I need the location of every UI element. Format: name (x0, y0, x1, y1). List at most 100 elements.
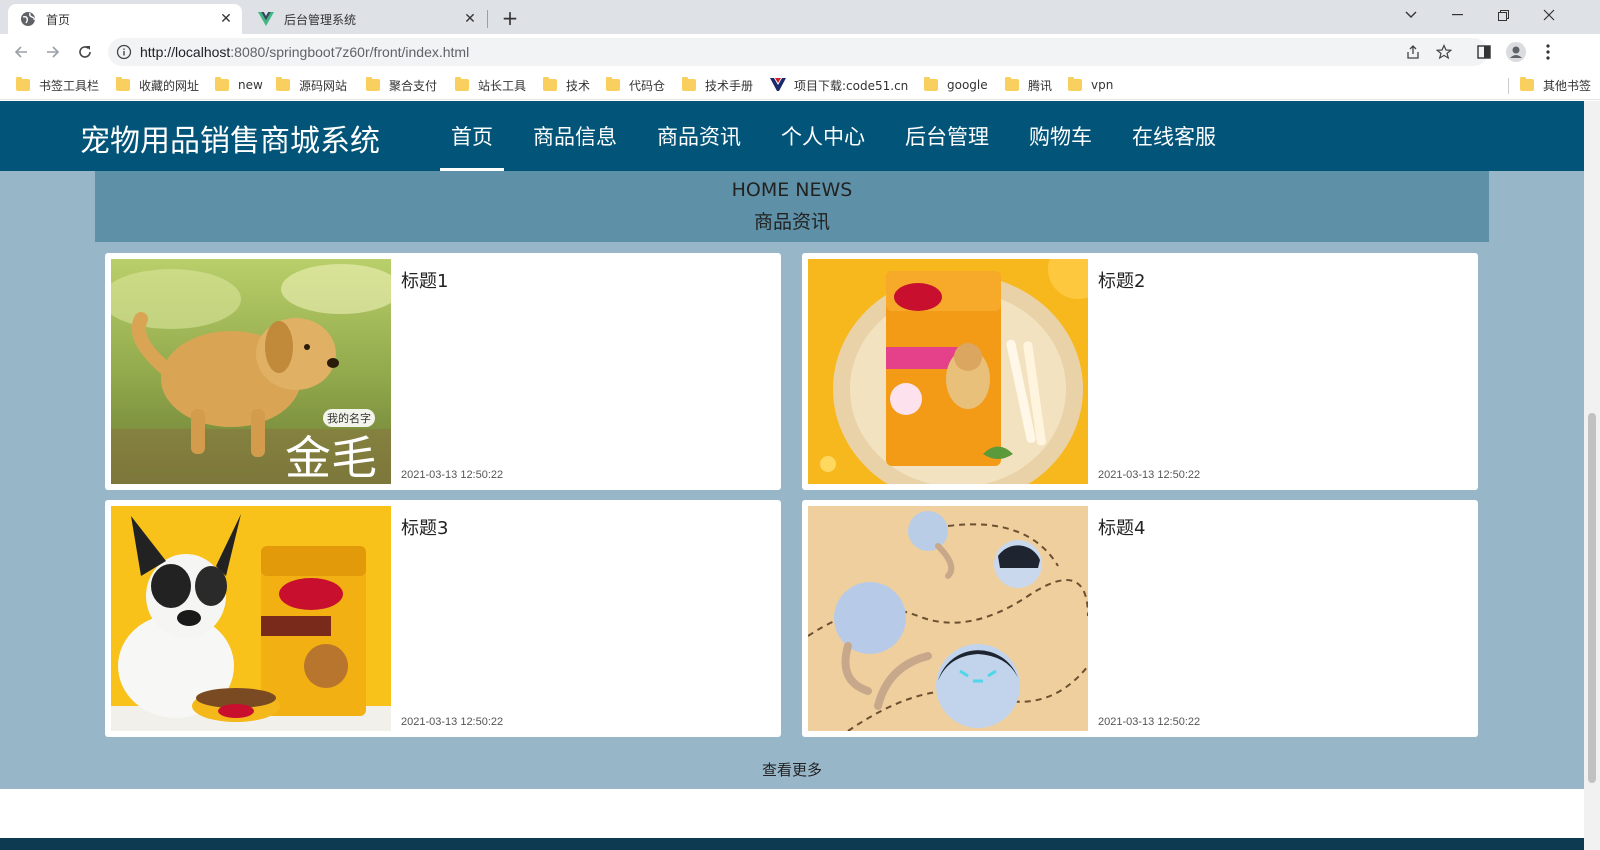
minimize-icon[interactable] (1434, 0, 1480, 30)
bookmark-link[interactable]: 项目下载:code51.cn (770, 76, 908, 94)
pedigree-dog-treats-image[interactable] (808, 259, 1088, 484)
reload-icon[interactable] (72, 39, 98, 65)
bookmark-label: 技术 (566, 78, 591, 93)
bookmark-folder[interactable]: vpn (1068, 76, 1113, 94)
bookmark-folder[interactable]: 技术 (543, 76, 590, 94)
other-bookmarks-folder[interactable]: 其他书签 (1520, 76, 1591, 94)
site-nav: 首页 商品信息 商品资讯 个人中心 后台管理 购物车 在线客服 (440, 101, 1245, 171)
french-bulldog-pedigree-food-image[interactable] (111, 506, 391, 731)
browser-tab-admin[interactable]: 后台管理系统 ✕ (246, 4, 486, 34)
news-heading: HOME NEWS 商品资讯 (95, 171, 1489, 242)
url-path: :8080/springboot7z60r/front/index.html (230, 44, 470, 60)
bookmark-folder[interactable]: 站长工具 (455, 76, 526, 94)
news-heading-cn: 商品资讯 (753, 211, 830, 233)
bookmark-label: new (238, 78, 263, 92)
bookmark-label: 书签工具栏 (39, 78, 100, 93)
site-title: 宠物用品销售商城系统 (80, 124, 380, 159)
close-icon[interactable]: ✕ (216, 9, 236, 29)
bookmark-label: 技术手册 (705, 78, 754, 93)
bookmark-label: 腾讯 (1028, 78, 1053, 93)
folder-icon (606, 77, 620, 91)
new-tab-icon[interactable]: + (498, 6, 522, 30)
nav-home[interactable]: 首页 (440, 101, 504, 171)
bookmark-label: 站长工具 (478, 78, 527, 93)
nav-profile[interactable]: 个人中心 (770, 101, 876, 171)
bookmark-folder[interactable]: 代码仓 (606, 76, 665, 94)
folder-icon (455, 77, 469, 91)
bookmark-folder[interactable]: 技术手册 (682, 76, 753, 94)
vue-logo-icon (258, 11, 274, 27)
page-scrollbar[interactable] (1584, 101, 1600, 850)
browser-toolbar: http://localhost:8080/springboot7z60r/fr… (0, 34, 1600, 70)
url-host: http://localhost (140, 44, 231, 60)
folder-icon (366, 77, 380, 91)
news-title[interactable]: 标题3 (401, 514, 448, 540)
bookmark-folder[interactable]: new (215, 76, 263, 94)
folder-icon (1068, 77, 1082, 91)
news-card[interactable]: 标题2 2021-03-13 12:50:22 (802, 253, 1478, 490)
bookmark-label: 代码仓 (629, 78, 666, 93)
side-panel-icon[interactable] (1474, 42, 1494, 62)
image-caption-small: 我的名字 (327, 411, 371, 425)
news-title[interactable]: 标题2 (1098, 267, 1145, 293)
bookmark-label: 项目下载:code51.cn (794, 78, 909, 93)
news-card[interactable]: 我的名字 金毛 标题1 2021-03-13 12:50:22 (105, 253, 781, 490)
share-icon[interactable] (1404, 43, 1422, 61)
address-bar[interactable]: http://localhost:8080/springboot7z60r/fr… (108, 38, 1488, 66)
nav-cart[interactable]: 购物车 (1018, 101, 1103, 171)
bookmark-label: 源码网站 (299, 78, 348, 93)
folder-icon (682, 77, 696, 91)
folder-icon (215, 77, 229, 91)
nav-news[interactable]: 商品资讯 (646, 101, 752, 171)
tab-separator (487, 10, 488, 28)
tab-search-chevron-icon[interactable] (1388, 0, 1434, 30)
view-more-link[interactable]: 查看更多 (0, 759, 1584, 780)
forward-arrow-icon[interactable] (40, 39, 66, 65)
news-title[interactable]: 标题1 (401, 267, 448, 293)
folder-icon (116, 77, 130, 91)
bookmark-folder[interactable]: google (924, 76, 988, 94)
close-icon[interactable]: ✕ (460, 9, 480, 29)
code51-logo-icon (770, 78, 786, 92)
browser-tab-bar: 首页 ✕ 后台管理系统 ✕ + (0, 0, 1600, 34)
news-time: 2021-03-13 12:50:22 (401, 716, 504, 728)
scrollbar-thumb[interactable] (1588, 413, 1596, 783)
news-heading-en: HOME NEWS (731, 179, 853, 201)
profile-avatar-icon[interactable] (1506, 42, 1526, 62)
bookmark-label: google (947, 78, 988, 92)
bookmark-folder[interactable]: 腾讯 (1005, 76, 1052, 94)
news-card[interactable]: 标题3 2021-03-13 12:50:22 (105, 500, 781, 737)
site-info-icon[interactable] (116, 44, 132, 60)
robot-cat-toy-balls-image[interactable] (808, 506, 1088, 731)
more-menu-icon[interactable] (1538, 42, 1558, 62)
bookmark-label: vpn (1091, 78, 1114, 92)
bookmark-folder[interactable]: 收藏的网址 (116, 76, 199, 94)
tab-label: 后台管理系统 (284, 12, 357, 27)
view-more-label[interactable]: 查看更多 (762, 761, 822, 779)
nav-online-service[interactable]: 在线客服 (1121, 101, 1227, 171)
site-footer (0, 838, 1584, 850)
bookmark-folder[interactable]: 聚合支付 (366, 76, 437, 94)
bookmark-folder[interactable]: 源码网站 (276, 76, 347, 94)
image-caption-large: 金毛 (285, 431, 377, 484)
page-viewport: 宠物用品销售商城系统 首页 商品信息 商品资讯 个人中心 后台管理 购物车 在线… (0, 101, 1584, 850)
globe-icon (20, 11, 36, 27)
bookmark-folder[interactable]: 书签工具栏 (16, 76, 99, 94)
news-title[interactable]: 标题4 (1098, 514, 1145, 540)
golden-retriever-puppy-image[interactable]: 我的名字 金毛 (111, 259, 391, 484)
bookmark-separator (1508, 78, 1509, 94)
folder-icon (16, 77, 30, 91)
nav-admin[interactable]: 后台管理 (894, 101, 1000, 171)
bookmark-star-icon[interactable] (1435, 43, 1453, 61)
browser-tab-home[interactable]: 首页 ✕ (8, 4, 242, 34)
folder-icon (924, 77, 938, 91)
news-card[interactable]: 标题4 2021-03-13 12:50:22 (802, 500, 1478, 737)
bookmark-label: 其他书签 (1543, 78, 1592, 93)
back-arrow-icon[interactable] (8, 39, 34, 65)
news-time: 2021-03-13 12:50:22 (1098, 716, 1201, 728)
folder-icon (276, 77, 290, 91)
restore-icon[interactable] (1480, 0, 1526, 30)
close-window-icon[interactable] (1526, 0, 1572, 30)
news-time: 2021-03-13 12:50:22 (401, 469, 504, 481)
nav-products[interactable]: 商品信息 (522, 101, 628, 171)
